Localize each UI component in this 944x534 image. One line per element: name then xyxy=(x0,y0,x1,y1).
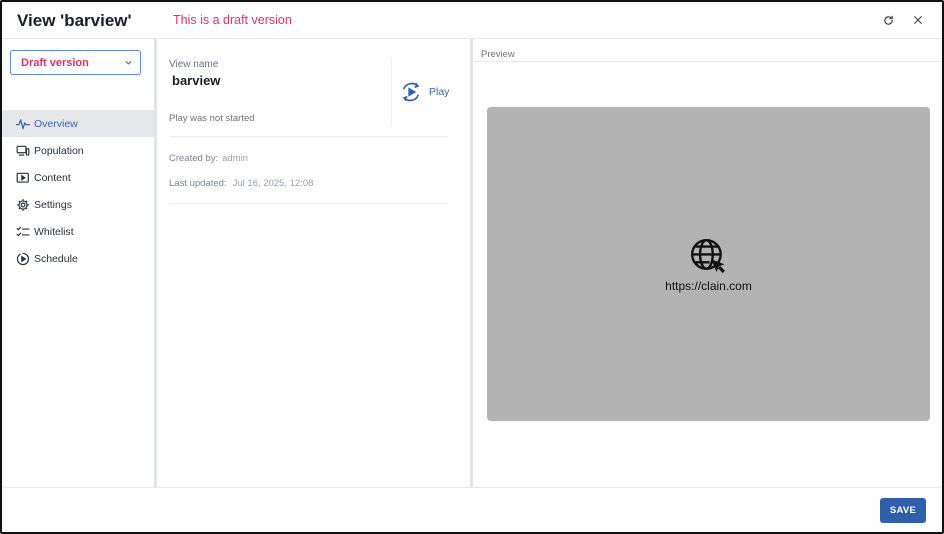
last-updated-label: Last updated: xyxy=(169,178,227,189)
chevron-down-icon xyxy=(125,61,132,65)
play-icon xyxy=(402,82,420,102)
sidebar-item-schedule[interactable]: Schedule xyxy=(2,245,154,272)
sidebar-nav: Overview Population Content Settings Whi… xyxy=(2,110,154,272)
view-dialog: View 'barview' This is a draft version D… xyxy=(0,0,944,534)
pulse-icon xyxy=(15,116,30,131)
sidebar-item-label: Population xyxy=(34,144,84,157)
version-select[interactable]: Draft version xyxy=(10,50,141,75)
overview-panel: View name barview Play was not started P… xyxy=(157,39,470,487)
preview-label: Preview xyxy=(481,49,515,60)
play-label: Play xyxy=(429,86,450,98)
view-name-label: View name xyxy=(169,59,219,70)
sidebar-item-overview[interactable]: Overview xyxy=(2,110,154,137)
last-updated-row: Last updated: Jul 16, 2025, 12:08 xyxy=(169,178,313,189)
close-button[interactable] xyxy=(909,11,927,29)
last-updated-value: Jul 16, 2025, 12:08 xyxy=(232,178,314,189)
close-icon xyxy=(914,16,922,24)
preview-panel: Preview https://clain.com xyxy=(470,39,942,487)
sidebar-item-population[interactable]: Population xyxy=(2,137,154,164)
created-by-row: Created by: admin xyxy=(169,153,248,164)
divider xyxy=(473,61,942,62)
dialog-header: View 'barview' This is a draft version xyxy=(2,2,942,39)
sidebar-item-content[interactable]: Content xyxy=(2,164,154,191)
version-select-value: Draft version xyxy=(21,56,89,69)
view-name-value: barview xyxy=(172,73,221,88)
play-button[interactable]: Play xyxy=(400,81,449,103)
checklist-icon xyxy=(15,224,30,239)
devices-icon xyxy=(15,143,30,158)
sidebar-item-whitelist[interactable]: Whitelist xyxy=(2,218,154,245)
preview-url: https://clain.com xyxy=(665,279,752,293)
save-button[interactable]: SAVE xyxy=(880,498,926,523)
dialog-footer: SAVE xyxy=(2,487,942,532)
globe-cursor-icon xyxy=(690,238,725,273)
sidebar-item-label: Whitelist xyxy=(34,225,74,238)
media-icon xyxy=(15,170,30,185)
sidebar-item-settings[interactable]: Settings xyxy=(2,191,154,218)
play-schedule-icon xyxy=(15,251,30,266)
refresh-icon xyxy=(883,15,893,25)
play-status: Play was not started xyxy=(169,113,255,124)
sidebar-item-label: Overview xyxy=(34,117,78,130)
divider xyxy=(169,136,448,137)
sidebar-item-label: Schedule xyxy=(34,252,78,265)
preview-frame[interactable]: https://clain.com xyxy=(487,107,930,421)
created-by-value: admin xyxy=(222,153,248,164)
gear-icon xyxy=(15,197,30,212)
sidebar-item-label: Settings xyxy=(34,198,72,211)
divider xyxy=(169,203,448,204)
dialog-title: View 'barview' xyxy=(17,11,132,30)
sidebar: Draft version Overview Population Conten… xyxy=(2,39,157,487)
refresh-button[interactable] xyxy=(879,11,897,29)
draft-notice: This is a draft version xyxy=(173,13,292,27)
sidebar-item-label: Content xyxy=(34,171,71,184)
created-by-label: Created by: xyxy=(169,153,219,164)
divider xyxy=(391,57,392,127)
